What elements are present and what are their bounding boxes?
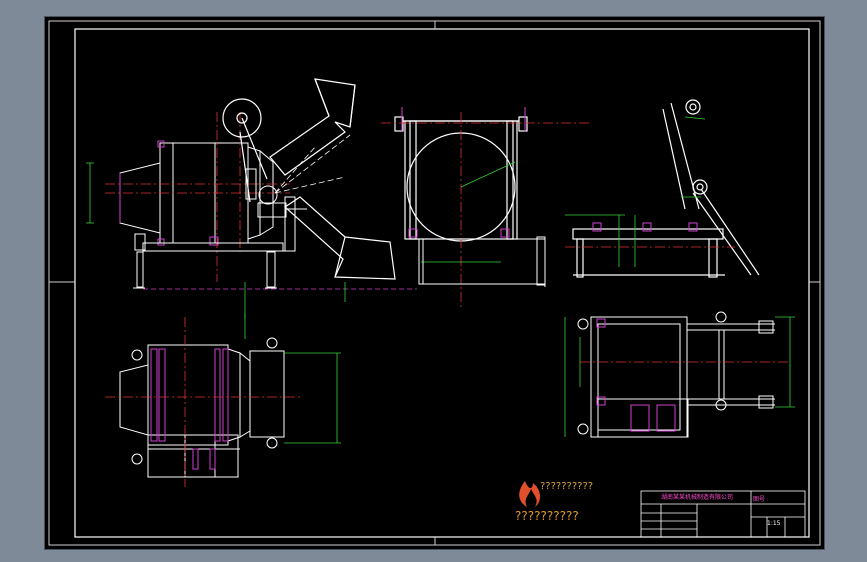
drawing-viewport[interactable]: ?????????? ?????????? 湖南某某机械制造有限公司 图号 1:…	[44, 16, 825, 550]
title-block-company: 湖南某某机械制造有限公司	[661, 494, 734, 501]
mixer-plan-view	[105, 313, 341, 487]
frame-ticks	[49, 21, 820, 545]
frame-plan-view	[564, 311, 795, 438]
drawing-canvas	[48, 20, 821, 546]
watermark-logo	[519, 481, 541, 507]
flame-logo-icon	[519, 481, 541, 507]
mixer-front-elevation	[381, 107, 590, 307]
watermark-sub-line: ??????????	[515, 509, 579, 523]
frame-side-elevation	[565, 99, 760, 278]
sheet-outer-border	[48, 20, 821, 546]
cad-drawing-viewer: ?????????? ?????????? 湖南某某机械制造有限公司 图号 1:…	[0, 0, 867, 562]
watermark-brand-line: ??????????	[540, 481, 594, 492]
title-block-scale: 1:15	[767, 520, 781, 527]
title-block-drawing-no: 图号	[753, 496, 766, 503]
mixer-side-elevation	[86, 78, 417, 319]
